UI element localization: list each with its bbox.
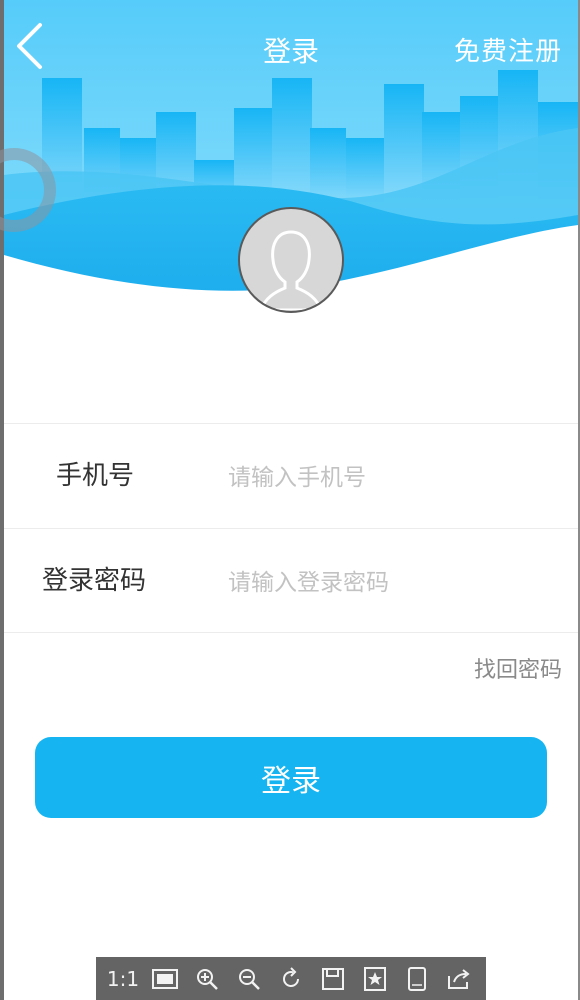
phone-label: 手机号: [56, 461, 135, 491]
login-form: 手机号 登录密码: [4, 423, 578, 633]
password-label: 登录密码: [42, 566, 147, 596]
phone-row: 手机号: [4, 423, 578, 528]
password-row: 登录密码: [4, 528, 578, 633]
user-silhouette-icon: [259, 230, 323, 310]
avatar[interactable]: [238, 207, 344, 313]
rotate-icon[interactable]: [274, 962, 308, 996]
zoom-out-icon[interactable]: [232, 962, 266, 996]
bookmark-star-icon[interactable]: [358, 962, 392, 996]
actual-size-button[interactable]: 1:1: [106, 962, 140, 996]
password-input[interactable]: [226, 557, 560, 609]
chevron-left-icon: [17, 23, 42, 69]
save-icon[interactable]: [316, 962, 350, 996]
share-icon[interactable]: [442, 962, 476, 996]
page-title: 登录: [262, 35, 319, 68]
back-button[interactable]: [14, 22, 64, 78]
zoom-in-icon[interactable]: [190, 962, 224, 996]
login-button[interactable]: 登录: [35, 737, 547, 818]
free-register-link[interactable]: 免费注册: [454, 30, 562, 74]
phone-input[interactable]: [226, 452, 560, 504]
forgot-password-link[interactable]: 找回密码: [474, 652, 562, 684]
image-viewer-toolbar: 1:1: [96, 957, 486, 1000]
fit-screen-icon[interactable]: [148, 962, 182, 996]
tablet-icon[interactable]: [400, 962, 434, 996]
